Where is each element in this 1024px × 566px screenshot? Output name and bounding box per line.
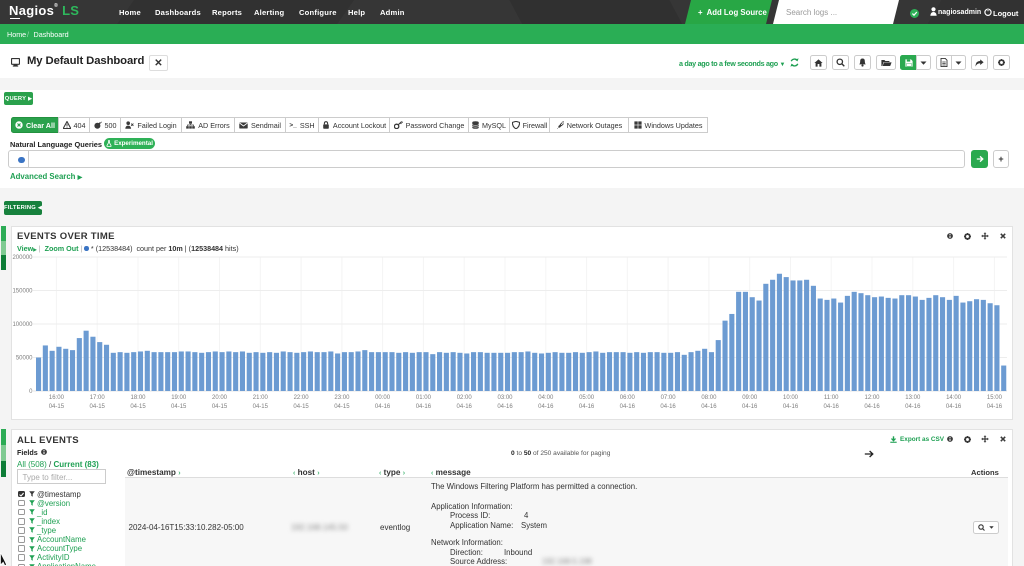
svg-text:04-16: 04-16 bbox=[701, 404, 717, 410]
svg-text:04-16: 04-16 bbox=[783, 404, 799, 410]
svg-text:00:00: 00:00 bbox=[375, 395, 391, 401]
svg-text:07:00: 07:00 bbox=[661, 395, 677, 401]
svg-text:200000: 200000 bbox=[12, 255, 33, 261]
svg-text:50000: 50000 bbox=[16, 356, 33, 362]
svg-text:04-15: 04-15 bbox=[171, 404, 187, 410]
svg-text:03:00: 03:00 bbox=[497, 395, 513, 401]
svg-text:04-16: 04-16 bbox=[742, 404, 758, 410]
svg-text:04-16: 04-16 bbox=[620, 404, 636, 410]
svg-text:15:00: 15:00 bbox=[987, 395, 1003, 401]
svg-text:04:00: 04:00 bbox=[538, 395, 554, 401]
svg-text:05:00: 05:00 bbox=[579, 395, 595, 401]
svg-text:150000: 150000 bbox=[12, 289, 33, 295]
svg-text:04-16: 04-16 bbox=[864, 404, 880, 410]
svg-text:04-16: 04-16 bbox=[824, 404, 840, 410]
svg-text:14:00: 14:00 bbox=[946, 395, 962, 401]
svg-text:04-16: 04-16 bbox=[497, 404, 513, 410]
svg-text:04-15: 04-15 bbox=[293, 404, 309, 410]
svg-text:06:00: 06:00 bbox=[620, 395, 636, 401]
svg-text:04-15: 04-15 bbox=[212, 404, 228, 410]
svg-text:22:00: 22:00 bbox=[294, 395, 310, 401]
svg-text:10:00: 10:00 bbox=[783, 395, 799, 401]
svg-text:04-16: 04-16 bbox=[946, 404, 962, 410]
svg-text:20:00: 20:00 bbox=[212, 395, 228, 401]
svg-text:13:00: 13:00 bbox=[905, 395, 921, 401]
svg-text:16:00: 16:00 bbox=[49, 395, 65, 401]
svg-text:08:00: 08:00 bbox=[701, 395, 717, 401]
svg-text:18:00: 18:00 bbox=[130, 395, 146, 401]
svg-text:04-16: 04-16 bbox=[538, 404, 554, 410]
svg-text:11:00: 11:00 bbox=[824, 395, 839, 401]
svg-text:04-15: 04-15 bbox=[334, 404, 350, 410]
svg-text:04-15: 04-15 bbox=[130, 404, 146, 410]
svg-text:0: 0 bbox=[29, 389, 33, 395]
svg-text:01:00: 01:00 bbox=[416, 395, 432, 401]
svg-text:04-16: 04-16 bbox=[416, 404, 432, 410]
svg-text:23:00: 23:00 bbox=[334, 395, 350, 401]
svg-text:04-15: 04-15 bbox=[49, 404, 65, 410]
svg-text:04-16: 04-16 bbox=[905, 404, 921, 410]
svg-text:04-16: 04-16 bbox=[987, 404, 1003, 410]
svg-text:21:00: 21:00 bbox=[253, 395, 269, 401]
svg-text:04-16: 04-16 bbox=[579, 404, 595, 410]
svg-text:04-16: 04-16 bbox=[660, 404, 676, 410]
svg-text:17:00: 17:00 bbox=[90, 395, 106, 401]
svg-text:09:00: 09:00 bbox=[742, 395, 758, 401]
svg-text:02:00: 02:00 bbox=[457, 395, 473, 401]
svg-text:12:00: 12:00 bbox=[864, 395, 880, 401]
svg-text:04-16: 04-16 bbox=[457, 404, 473, 410]
svg-text:04-16: 04-16 bbox=[375, 404, 391, 410]
svg-text:04-15: 04-15 bbox=[253, 404, 269, 410]
svg-text:19:00: 19:00 bbox=[171, 395, 187, 401]
svg-text:04-15: 04-15 bbox=[90, 404, 106, 410]
svg-text:100000: 100000 bbox=[12, 322, 33, 328]
